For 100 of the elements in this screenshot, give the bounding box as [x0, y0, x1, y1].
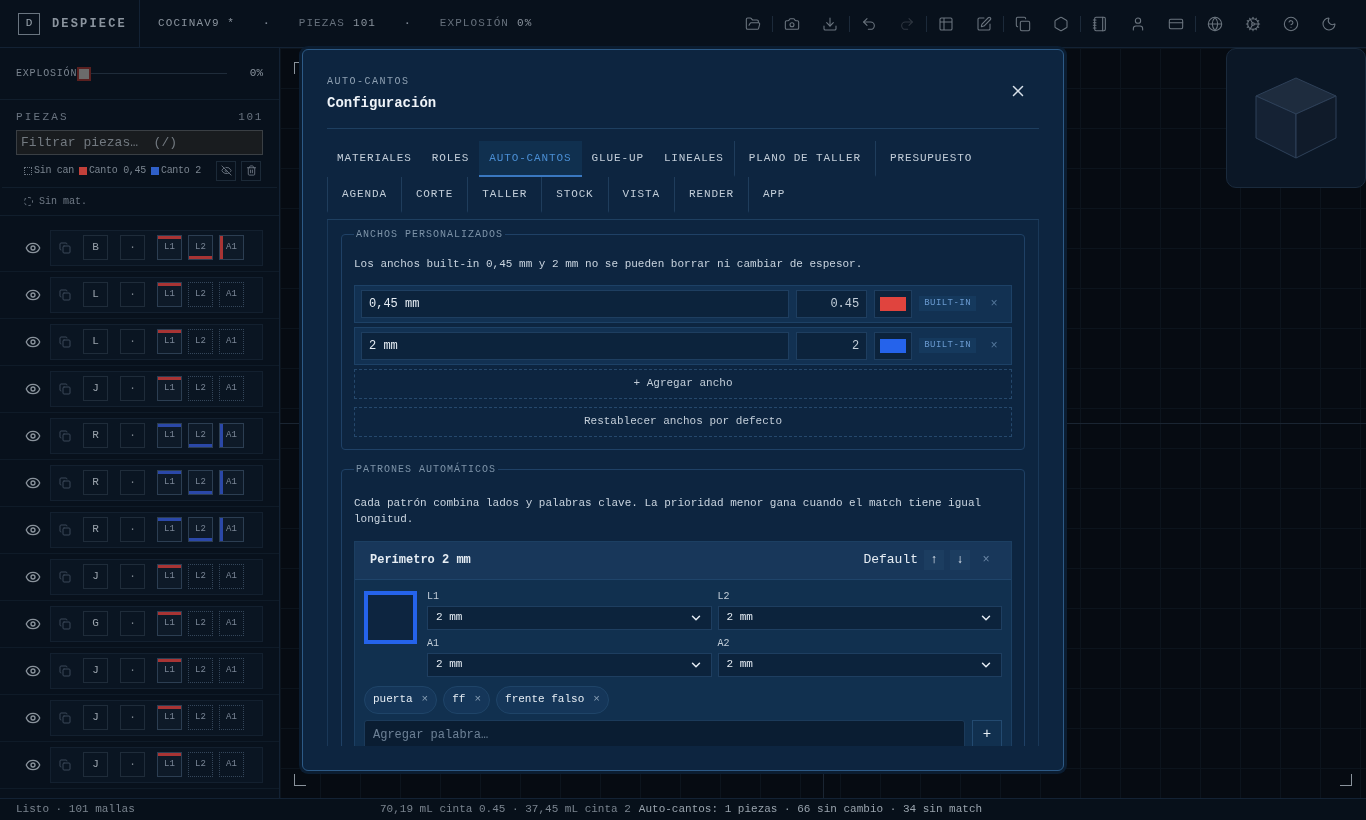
settings-icon[interactable] [1245, 15, 1261, 32]
corner-mark [294, 774, 306, 786]
settings-tab[interactable]: GLUE-UP [581, 141, 654, 177]
edge-toggle[interactable]: L2 [188, 752, 213, 777]
move-up-button[interactable]: ↑ [924, 550, 944, 570]
side-label: L2 [717, 589, 731, 604]
piece-row[interactable]: J · L1 L2 A1 [50, 370, 263, 407]
hexagon-icon[interactable] [1053, 15, 1069, 32]
side-select[interactable]: 2 mm [427, 652, 712, 677]
remove-button[interactable]: × [976, 550, 996, 570]
edge-toggle[interactable]: L2 [188, 517, 213, 542]
settings-tab[interactable]: AGENDA [327, 177, 401, 213]
edge-toggle[interactable]: L2 [188, 423, 213, 448]
edge-toggle[interactable]: L1 [157, 611, 182, 636]
help-icon[interactable] [1283, 15, 1299, 32]
piece-letter: L [83, 282, 108, 307]
edge-toggle[interactable]: L1 [157, 517, 182, 542]
edge-toggle[interactable]: A1 [219, 705, 244, 730]
edge-toggle[interactable]: L1 [157, 658, 182, 683]
piece-row[interactable]: R · L1 L2 A1 [50, 464, 263, 501]
filter-field[interactable]: Filtrar piezas… (/) [16, 129, 263, 155]
edge-toggle[interactable]: L2 [188, 329, 213, 354]
remove-keyword-button[interactable]: × [421, 691, 429, 708]
edge-toggle[interactable]: L2 [188, 611, 213, 636]
delete-icon[interactable] [241, 160, 261, 181]
edge-toggle[interactable]: L2 [188, 282, 213, 307]
explosion-slider[interactable] [77, 66, 228, 81]
piece-row[interactable]: B · L1 L2 A1 [50, 229, 263, 266]
edge-toggle[interactable]: L1 [157, 470, 182, 495]
edge-toggle[interactable]: A1 [219, 282, 244, 307]
edge-toggle[interactable]: A1 [219, 470, 244, 495]
edge-toggle[interactable]: A1 [219, 517, 244, 542]
settings-tab[interactable]: LINEALES [653, 141, 734, 177]
settings-tab[interactable]: RENDER [674, 177, 748, 213]
copy-icon[interactable] [1015, 15, 1031, 32]
piece-mark: · [120, 611, 145, 636]
camera-icon[interactable] [784, 15, 800, 32]
side-select[interactable]: 2 mm [427, 605, 712, 630]
settings-tab[interactable]: VISTA [607, 177, 674, 213]
settings-tab[interactable]: PLANO DE TALLER [733, 141, 875, 177]
settings-tab[interactable]: CORTE [400, 177, 468, 213]
color-picker[interactable] [874, 289, 913, 318]
edge-toggle[interactable]: A1 [219, 658, 244, 683]
notebook-icon[interactable] [1092, 15, 1108, 32]
edge-toggle[interactable]: L2 [188, 235, 213, 260]
edge-toggle[interactable]: L1 [157, 376, 182, 401]
settings-tab[interactable]: ROLES [421, 141, 480, 177]
edge-toggle[interactable]: L2 [188, 470, 213, 495]
add-width-button[interactable]: + Agregar ancho [354, 368, 1012, 399]
edge-toggle[interactable]: L1 [157, 423, 182, 448]
piece-row[interactable]: R · L1 L2 A1 [50, 417, 263, 454]
settings-tab[interactable]: STOCK [541, 177, 608, 213]
settings-tab[interactable]: TALLER [467, 177, 542, 213]
color-picker[interactable] [874, 331, 913, 360]
remove-keyword-button[interactable]: × [474, 691, 482, 708]
edge-toggle[interactable]: L1 [157, 705, 182, 730]
piece-row[interactable]: L · L1 L2 A1 [50, 323, 263, 360]
edge-toggle[interactable]: L1 [157, 564, 182, 589]
settings-tab[interactable]: PRESUPUESTO [874, 141, 987, 177]
edge-toggle[interactable]: L2 [188, 658, 213, 683]
moon-icon[interactable] [1321, 15, 1337, 32]
piece-row[interactable]: J · L1 L2 A1 [50, 746, 263, 783]
reset-widths-button[interactable]: Restablecer anchos por defecto [354, 406, 1012, 437]
piece-row[interactable]: J · L1 L2 A1 [50, 558, 263, 595]
piece-row[interactable]: G · L1 L2 A1 [50, 605, 263, 642]
side-select[interactable]: 2 mm [717, 605, 1002, 630]
keyword-field[interactable]: Agregar palabra… [364, 719, 965, 746]
remove-keyword-button[interactable]: × [593, 691, 600, 708]
user-icon[interactable] [1130, 15, 1146, 32]
edge-toggle[interactable]: L1 [157, 752, 182, 777]
undo-icon[interactable] [861, 15, 877, 32]
piece-row[interactable]: J · L1 L2 A1 [50, 699, 263, 736]
side-select[interactable]: 2 mm [717, 652, 1002, 677]
edge-toggle[interactable]: L2 [188, 705, 213, 730]
settings-tab[interactable]: MATERIALES [327, 141, 422, 177]
edge-toggle[interactable]: A1 [219, 376, 244, 401]
edge-toggle[interactable]: A1 [219, 423, 244, 448]
settings-tab[interactable]: APP [747, 177, 800, 213]
edge-toggle[interactable]: A1 [219, 564, 244, 589]
edge-toggle[interactable]: A1 [219, 752, 244, 777]
settings-tab[interactable]: AUTO-CANTOS [479, 141, 582, 177]
edge-toggle[interactable]: A1 [219, 611, 244, 636]
download-icon[interactable] [822, 15, 838, 32]
edge-toggle[interactable]: L1 [157, 282, 182, 307]
edge-toggle[interactable]: L1 [157, 235, 182, 260]
edge-toggle[interactable]: A1 [219, 329, 244, 354]
move-down-button[interactable]: ↓ [950, 550, 970, 570]
folder-icon[interactable] [745, 15, 761, 32]
piece-row[interactable]: R · L1 L2 A1 [50, 511, 263, 548]
edge-toggle[interactable]: L2 [188, 564, 213, 589]
add-keyword-button[interactable]: + [972, 719, 1002, 746]
piece-row[interactable]: L · L1 L2 A1 [50, 276, 263, 313]
edit-icon[interactable] [976, 15, 992, 32]
edge-toggle[interactable]: L2 [188, 376, 213, 401]
globe-icon[interactable] [1207, 15, 1223, 32]
edge-toggle[interactable]: A1 [219, 235, 244, 260]
piece-row[interactable]: J · L1 L2 A1 [50, 652, 263, 689]
grid-icon[interactable] [938, 15, 954, 32]
hide-icon[interactable] [216, 160, 236, 181]
edge-toggle[interactable]: L1 [157, 329, 182, 354]
